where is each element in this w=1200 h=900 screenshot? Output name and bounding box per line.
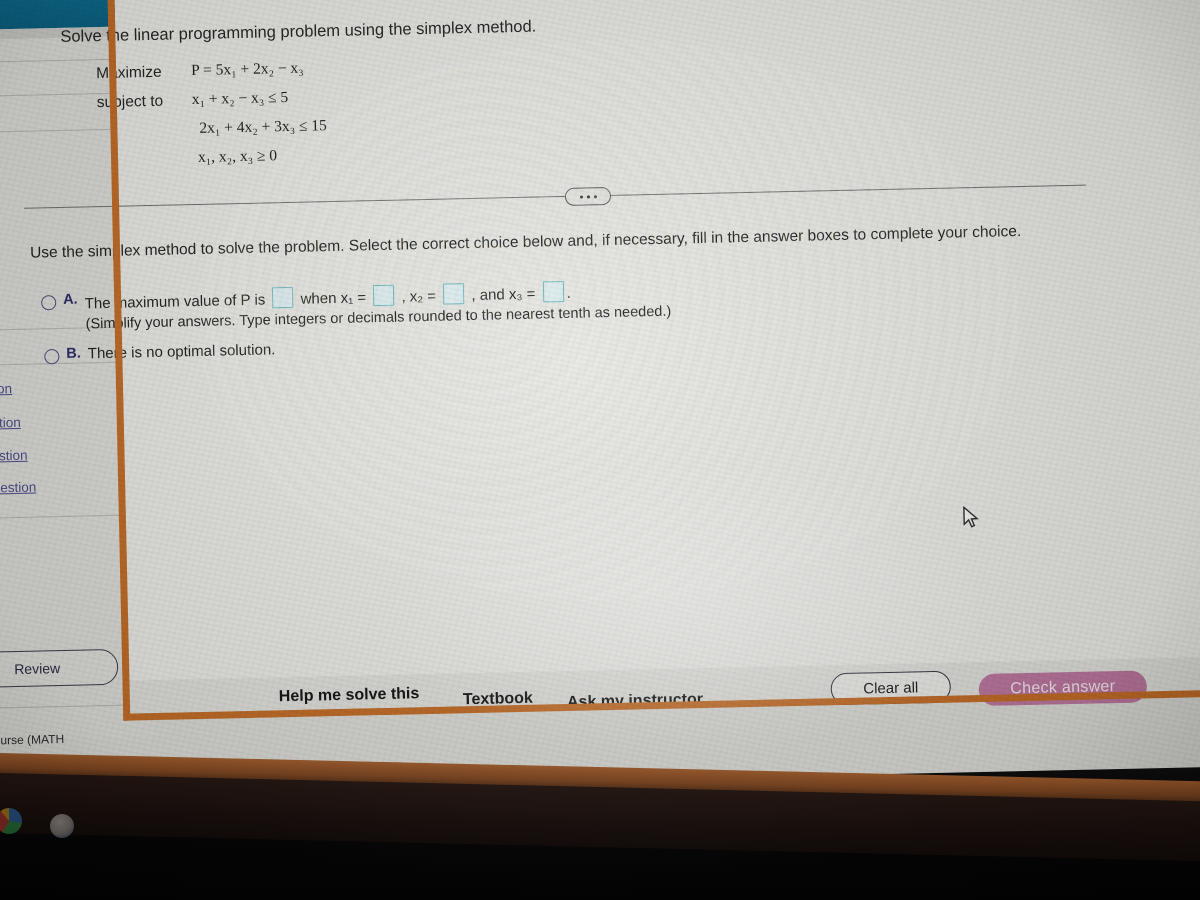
ellipsis-button[interactable] <box>564 186 612 206</box>
ellipsis-dot <box>593 194 597 198</box>
radio-button-a[interactable] <box>41 295 57 311</box>
answer-box-x2[interactable] <box>442 283 465 305</box>
ellipsis-dot <box>579 195 583 199</box>
constraint-2: 2x₁ + 4x₂ + 3x₃ ≤ 15 <box>199 117 328 137</box>
constraint-1: x₁ + x₂ − x₃ ≤ 5 <box>191 88 289 109</box>
page-title: Solve the linear programming problem usi… <box>60 17 537 46</box>
sidebar-item-question-1[interactable]: Question <box>0 381 12 397</box>
textbook-link[interactable]: Textbook <box>463 690 533 710</box>
objective-label: Maximize <box>96 63 162 83</box>
ellipsis-dot <box>586 194 590 198</box>
check-answer-button[interactable]: Check answer <box>978 670 1148 707</box>
instruction-text: Use the simplex method to solve the prob… <box>29 222 1022 262</box>
subject-to-label: subject to <box>96 92 164 112</box>
monitor-screen: anges e: Worked: rent Scor empts: ✓✗ Que… <box>0 0 1200 795</box>
choice-a-part-3: , x₂ = <box>401 287 437 306</box>
choice-b[interactable]: B. There is no optimal solution. <box>44 341 276 365</box>
section-divider <box>24 184 1086 209</box>
radio-button-b[interactable] <box>44 349 60 365</box>
help-me-solve-this-link[interactable]: Help me solve this <box>279 685 420 706</box>
constraint-3: x₁, x₂, x₃ ≥ 0 <box>197 147 278 166</box>
choice-b-letter: B. <box>66 345 81 362</box>
answer-box-x3[interactable] <box>542 280 564 303</box>
choice-a-part-2: when x₁ = <box>300 289 367 308</box>
sidebar-item-question-2[interactable]: Question <box>0 415 21 431</box>
ask-my-instructor-link[interactable]: Ask my instructor <box>567 691 703 712</box>
course-label: This course (MATH <box>0 731 65 748</box>
answer-box-p[interactable] <box>272 286 294 309</box>
choice-a-part-4: , and x₃ = <box>471 285 536 305</box>
choice-a-part-1: The maximum value of P is <box>84 291 266 313</box>
choice-b-text: There is no optimal solution. <box>87 341 276 363</box>
monitor-photo: anges e: Worked: rent Scor empts: ✓✗ Que… <box>0 0 1200 900</box>
objective-expression: P = 5x₁ + 2x₂ − x₃ <box>190 59 304 80</box>
choice-a-period: . <box>566 284 571 302</box>
choice-a-letter: A. <box>62 291 78 308</box>
clear-all-button[interactable]: Clear all <box>830 670 952 706</box>
review-button[interactable]: Review <box>0 648 119 689</box>
exercise-panel: Solve the linear programming problem usi… <box>24 0 1200 714</box>
mouse-pointer-icon <box>963 505 979 528</box>
sidebar-item-question-3[interactable]: Question <box>0 448 28 464</box>
answer-box-x1[interactable] <box>373 284 395 307</box>
app-icon[interactable] <box>50 814 74 838</box>
sidebar-item-question-4[interactable]: Question <box>0 480 36 496</box>
